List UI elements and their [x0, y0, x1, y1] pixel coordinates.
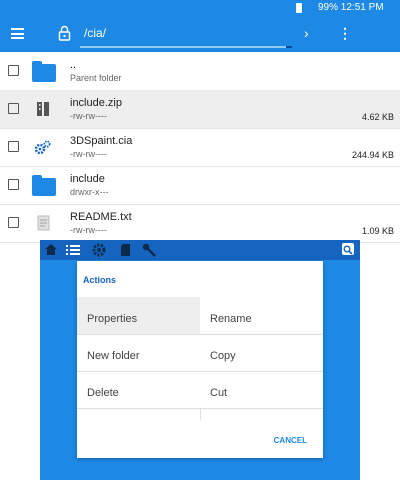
action-cut[interactable]: Cut — [200, 371, 323, 409]
action-label: Delete — [87, 387, 119, 399]
action-properties[interactable]: Properties — [77, 297, 200, 335]
file-name: 3DSpaint.cia — [70, 135, 133, 147]
action-new-folder[interactable]: New folder — [77, 334, 200, 372]
lock-icon[interactable] — [58, 25, 71, 41]
wrench-icon[interactable] — [142, 243, 156, 257]
path-input[interactable]: /cia/ — [84, 26, 106, 40]
row-checkbox[interactable] — [8, 179, 19, 190]
top-toolbar: /cia/ › ⋮ — [0, 16, 400, 52]
menu-icon[interactable] — [11, 28, 24, 39]
action-label: Rename — [210, 313, 252, 325]
file-meta: drwxr-x--- — [70, 187, 109, 197]
sd-card-icon[interactable] — [120, 243, 131, 257]
file-meta: -rw-rw---- — [70, 225, 107, 235]
file-row-include[interactable]: include drwxr-x--- — [0, 166, 400, 205]
file-meta: Parent folder — [70, 73, 122, 83]
row-checkbox[interactable] — [8, 103, 19, 114]
search-icon — [343, 245, 353, 255]
file-meta: -rw-rw---- — [70, 111, 107, 121]
battery-icon — [296, 3, 302, 13]
panel-toolbar — [40, 240, 360, 260]
path-underline — [80, 46, 292, 48]
file-row-readme[interactable]: README.txt -rw-rw---- 1.09 KB — [0, 204, 400, 243]
gears-icon — [34, 140, 51, 155]
zip-icon — [37, 102, 49, 116]
action-label: New folder — [87, 350, 140, 362]
dialog-list-overflow — [77, 408, 323, 420]
status-text: 99% 12:51 PM — [318, 2, 384, 13]
file-name: .. — [70, 59, 77, 71]
text-file-icon — [37, 215, 50, 231]
row-checkbox[interactable] — [8, 65, 19, 76]
folder-icon — [32, 175, 56, 196]
bottom-panel: Actions Properties Rename New folder Cop… — [40, 240, 360, 480]
action-delete[interactable]: Delete — [77, 371, 200, 409]
action-rename[interactable]: Rename — [200, 297, 323, 335]
action-label: Cut — [210, 387, 228, 399]
file-row-3dspaint[interactable]: 3DSpaint.cia -rw-rw---- 244.94 KB — [0, 128, 400, 167]
more-options-icon[interactable]: ⋮ — [338, 25, 352, 42]
file-name: README.txt — [70, 211, 132, 223]
file-row-parent[interactable]: .. Parent folder — [0, 52, 400, 91]
settings-gear-icon[interactable] — [91, 242, 107, 258]
action-label: Copy — [210, 350, 236, 362]
action-label: Properties — [87, 313, 138, 325]
search-button[interactable] — [342, 243, 354, 255]
home-icon[interactable] — [44, 243, 58, 256]
cancel-button[interactable]: CANCEL — [274, 436, 307, 445]
action-copy[interactable]: Copy — [200, 334, 323, 372]
file-name: include.zip — [70, 97, 122, 109]
file-size: 1.09 KB — [361, 226, 394, 236]
forward-icon[interactable]: › — [304, 25, 309, 41]
row-checkbox[interactable] — [8, 217, 19, 228]
dialog-title: Actions — [83, 275, 117, 285]
list-icon[interactable] — [66, 244, 80, 256]
file-name: include — [70, 173, 105, 185]
file-size: 4.62 KB — [361, 112, 394, 122]
row-checkbox[interactable] — [8, 141, 19, 152]
file-meta: -rw-rw---- — [70, 149, 107, 159]
file-row-include-zip[interactable]: include.zip -rw-rw---- 4.62 KB — [0, 90, 400, 129]
file-size: 244.94 KB — [351, 150, 394, 160]
folder-icon — [32, 61, 56, 82]
actions-dialog: Actions Properties Rename New folder Cop… — [77, 261, 323, 458]
status-bar: 99% 12:51 PM — [0, 0, 400, 16]
